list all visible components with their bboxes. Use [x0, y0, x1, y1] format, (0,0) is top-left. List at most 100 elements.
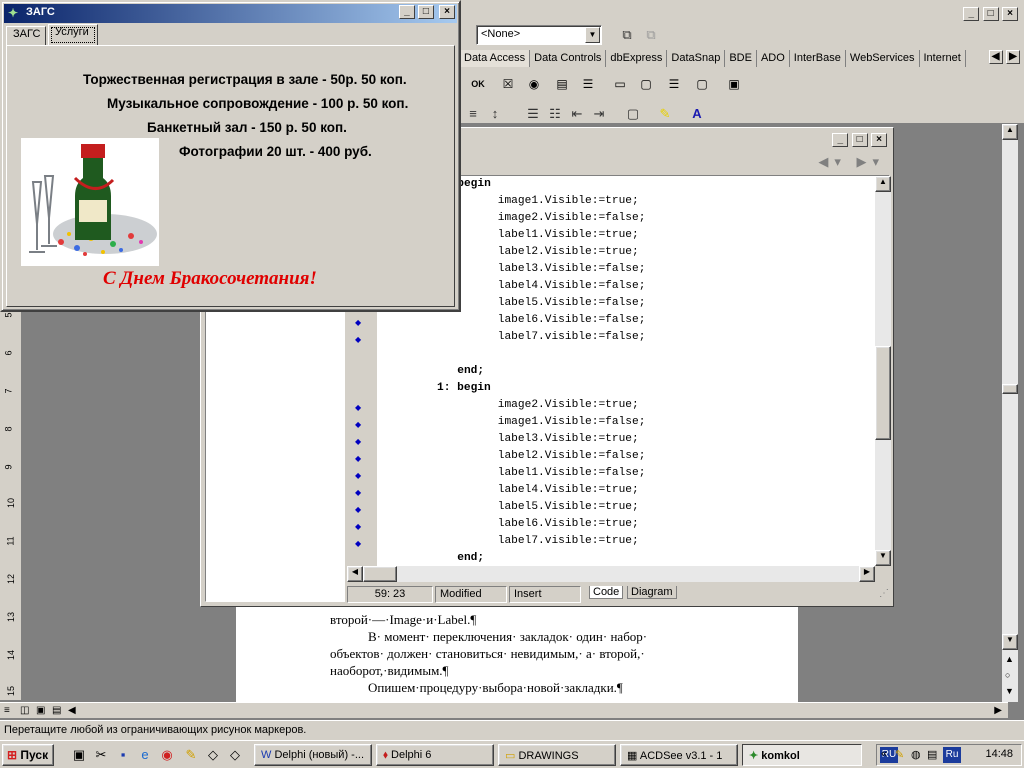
word-page[interactable]: второй·—·Image·и·Label.¶ В· момент· пере… — [236, 604, 798, 704]
tray-language-icon[interactable]: Ru — [943, 747, 961, 763]
word-horizontal-scrollbar[interactable]: ≡ ◫ ▣ ▤ ◀ ▶ — [0, 702, 1008, 718]
dbgrid-icon[interactable]: ▢ — [690, 72, 714, 96]
dbcheckbox-icon[interactable]: ☒ — [496, 72, 520, 96]
scroll-up-arrow-icon[interactable]: ▲ — [875, 176, 891, 192]
close-icon[interactable]: × — [1002, 7, 1018, 21]
indent-icon[interactable]: ≡ — [462, 104, 484, 124]
chevron-left-icon[interactable]: ◀ — [988, 50, 1003, 64]
dblookupcombo-icon[interactable]: ☰ — [576, 72, 600, 96]
tab-bde[interactable]: BDE — [725, 50, 757, 67]
print-view-icon[interactable]: ▣ — [36, 705, 45, 716]
dbradiogroup-icon[interactable]: ◉ — [522, 72, 546, 96]
misc-icon[interactable]: ✎ — [182, 746, 200, 764]
desktop-icon[interactable]: ▣ — [70, 746, 88, 764]
scroll-thumb[interactable] — [875, 346, 891, 440]
tab-data-controls[interactable]: Data Controls — [530, 50, 607, 67]
tab-data-access[interactable]: Data Access — [460, 50, 531, 67]
word-vertical-scrollbar[interactable]: ▲ ▼ ▲ ○ ▼ — [1002, 124, 1018, 702]
breakpoint-dot-icon[interactable]: ◆ — [355, 318, 361, 327]
scroll-down-arrow-icon[interactable]: ▼ — [1002, 634, 1018, 650]
tab-zags[interactable]: ЗАГС — [6, 26, 46, 46]
toggle-form-icon[interactable]: ⧉ — [640, 25, 662, 45]
breakpoint-dot-icon[interactable]: ◆ — [355, 454, 361, 463]
border-icon[interactable]: ▢ — [622, 104, 644, 124]
scroll-right-arrow-icon[interactable]: ▶ — [859, 566, 875, 582]
tray-app-icon[interactable]: ▤ — [927, 748, 937, 761]
breakpoint-dot-icon[interactable]: ◆ — [355, 471, 361, 480]
tab-datasnap[interactable]: DataSnap — [667, 50, 726, 67]
minimize-icon[interactable]: _ — [398, 5, 415, 19]
save-icon[interactable]: ▪ — [114, 746, 132, 764]
increase-indent-icon[interactable]: ⇥ — [588, 104, 610, 124]
size-grip-icon[interactable]: ⋰ — [879, 588, 889, 599]
line-spacing-icon[interactable]: ↕ — [484, 104, 506, 124]
tab-dbexpress[interactable]: dbExpress — [606, 50, 668, 67]
task-delphi-new[interactable]: W Delphi (новый) -... — [254, 744, 372, 766]
tab-services[interactable]: Услуги — [48, 24, 98, 46]
code-horizontal-scrollbar[interactable]: ◀ ▶ — [347, 566, 875, 582]
highlight-icon[interactable]: ✎ — [654, 104, 676, 124]
breakpoint-dot-icon[interactable]: ◆ — [355, 505, 361, 514]
breakpoint-dot-icon[interactable]: ◆ — [355, 522, 361, 531]
breakpoint-dot-icon[interactable]: ◆ — [355, 403, 361, 412]
dbnavigator-ok-icon[interactable]: OK — [466, 72, 490, 96]
tray-tool-icon[interactable]: ✎ — [895, 748, 904, 761]
maximize-icon[interactable]: □ — [417, 5, 434, 19]
tab-diagram[interactable]: Diagram — [627, 586, 677, 599]
breakpoint-dot-icon[interactable]: ◆ — [355, 488, 361, 497]
tools-icon[interactable]: ✂ — [92, 746, 110, 764]
scroll-left-arrow-icon[interactable]: ◀ — [347, 566, 363, 582]
web-view-icon[interactable]: ◫ — [20, 705, 29, 716]
zags-titlebar[interactable]: ✦ ЗАГС _ □ × — [4, 4, 457, 23]
minimize-icon[interactable]: _ — [832, 133, 849, 147]
dbctrlgrid-icon[interactable]: ▢ — [634, 72, 658, 96]
normal-view-icon[interactable]: ≡ — [4, 705, 10, 716]
browse-object-icon[interactable]: ○ — [1005, 670, 1010, 680]
start-button[interactable]: ⊞ Пуск — [2, 744, 54, 766]
navigate-arrows-icon[interactable]: ◀▾ ▶▾ — [818, 154, 885, 170]
dblookuplist-icon[interactable]: ▤ — [550, 72, 574, 96]
ie-icon[interactable]: e — [136, 746, 154, 764]
extra2-icon[interactable]: ◇ — [226, 746, 244, 764]
breakpoint-dot-icon[interactable]: ◆ — [355, 335, 361, 344]
code-vertical-scrollbar[interactable]: ▲ ▼ — [875, 176, 891, 566]
tab-interbase[interactable]: InterBase — [790, 50, 846, 67]
tab-ado[interactable]: ADO — [757, 50, 790, 67]
dbgridselect-icon[interactable]: ▣ — [722, 72, 746, 96]
scroll-thumb[interactable] — [363, 566, 397, 582]
scroll-left-arrow-icon[interactable]: ◀ — [68, 705, 76, 716]
chevron-down-icon[interactable]: ▼ — [585, 27, 600, 43]
tab-webservices[interactable]: WebServices — [846, 50, 920, 67]
tab-code[interactable]: Code — [589, 586, 624, 599]
maximize-icon[interactable]: □ — [982, 7, 999, 21]
tray-sound-icon[interactable]: ◍ — [911, 748, 921, 761]
close-icon[interactable]: × — [439, 5, 455, 19]
font-color-icon[interactable]: A — [686, 104, 708, 124]
maximize-icon[interactable]: □ — [851, 133, 868, 147]
numbered-list-icon[interactable]: ☰ — [522, 104, 544, 124]
next-page-icon[interactable]: ▼ — [1005, 686, 1014, 696]
new-form-icon[interactable]: ⧉ — [616, 25, 638, 45]
task-delphi6[interactable]: ⬧ Delphi 6 — [376, 744, 494, 766]
task-komkol[interactable]: ✦ komkol — [742, 744, 862, 766]
component-combo[interactable]: <None> ▼ — [476, 25, 602, 45]
task-acdsee[interactable]: ▦ ACDSee v3.1 - 1 — [620, 744, 738, 766]
scroll-down-arrow-icon[interactable]: ▼ — [875, 550, 891, 566]
decrease-indent-icon[interactable]: ⇤ — [566, 104, 588, 124]
minimize-icon[interactable]: _ — [963, 7, 980, 21]
tab-internet[interactable]: Internet — [920, 50, 966, 67]
extra-icon[interactable]: ◇ — [204, 746, 222, 764]
breakpoint-dot-icon[interactable]: ◆ — [355, 437, 361, 446]
scroll-up-arrow-icon[interactable]: ▲ — [1002, 124, 1018, 140]
breakpoint-dot-icon[interactable]: ◆ — [355, 420, 361, 429]
close-icon[interactable]: × — [871, 133, 887, 147]
scroll-thumb[interactable] — [1002, 384, 1018, 394]
outline-view-icon[interactable]: ▤ — [52, 705, 61, 716]
bulleted-list-icon[interactable]: ☷ — [544, 104, 566, 124]
scroll-right-arrow-icon[interactable]: ▶ — [994, 705, 1002, 716]
task-drawings[interactable]: ▭ DRAWINGS — [498, 744, 616, 766]
breakpoint-dot-icon[interactable]: ◆ — [355, 539, 361, 548]
media-icon[interactable]: ◉ — [158, 746, 176, 764]
prev-page-icon[interactable]: ▲ — [1005, 654, 1014, 664]
chevron-right-icon[interactable]: ▶ — [1006, 50, 1020, 64]
